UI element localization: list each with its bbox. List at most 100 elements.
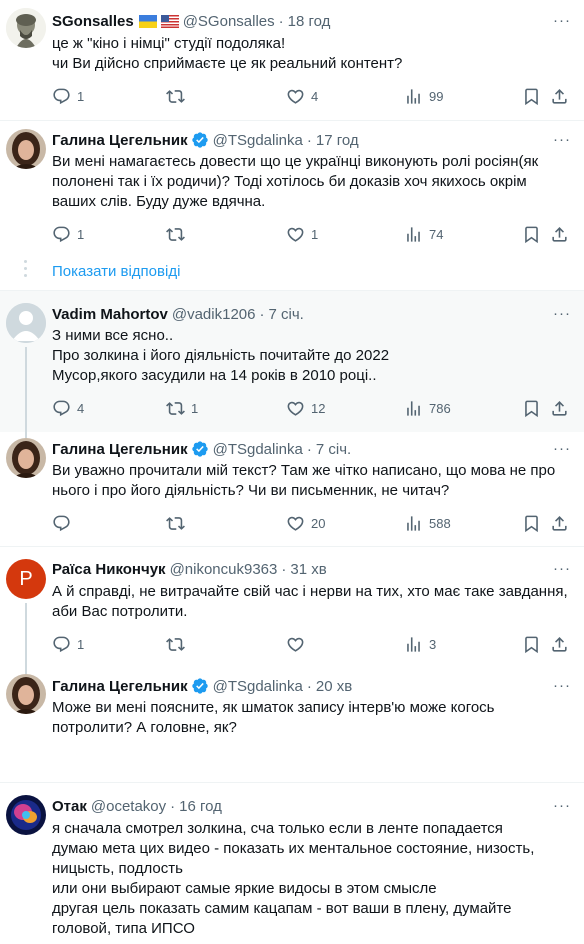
- avatar[interactable]: [6, 795, 46, 835]
- like-count: 4: [311, 88, 319, 104]
- tweet-2[interactable]: Галина Цегельник @TSgdalinka · 17 год ··…: [0, 120, 584, 256]
- tweet-header: Галина Цегельник @TSgdalinka · 7 січ.: [52, 438, 351, 460]
- avatar[interactable]: [6, 303, 46, 343]
- bookmark-button[interactable]: [522, 398, 541, 418]
- separator-dot: ·: [306, 131, 312, 149]
- tweet-text-line: полонені так і їх родичи)? Тоді хотілось…: [52, 173, 527, 190]
- author-handle[interactable]: @SGonsalles: [183, 13, 275, 30]
- like-button[interactable]: 12: [286, 398, 325, 418]
- author-handle[interactable]: @nikoncuk9363: [170, 561, 278, 578]
- share-button[interactable]: [550, 513, 569, 533]
- tweet-4[interactable]: Галина Цегельник @TSgdalinka · 7 січ. ··…: [0, 432, 584, 546]
- show-replies-row[interactable]: Показати відповіді: [0, 256, 584, 290]
- thread-line: [25, 666, 27, 674]
- reply-button[interactable]: 4: [52, 398, 84, 418]
- separator-dot: ·: [170, 797, 176, 815]
- avatar-letter: P: [19, 567, 33, 590]
- timestamp[interactable]: 17 год: [316, 132, 359, 149]
- author-name[interactable]: Отак: [52, 798, 87, 815]
- bookmark-button[interactable]: [522, 634, 541, 654]
- like-button[interactable]: 20: [286, 513, 325, 533]
- views-button[interactable]: 99: [404, 86, 443, 106]
- ukraine-flag-icon: [138, 14, 157, 28]
- like-button[interactable]: 4: [286, 86, 318, 106]
- retweet-button[interactable]: [166, 224, 191, 244]
- more-options-button[interactable]: ···: [552, 677, 572, 697]
- avatar[interactable]: [6, 674, 46, 714]
- more-options-button[interactable]: ···: [552, 12, 572, 32]
- retweet-button[interactable]: [166, 86, 191, 106]
- views-button[interactable]: 74: [404, 224, 443, 244]
- share-button[interactable]: [550, 634, 569, 654]
- tweet-7[interactable]: Отак @ocetakoy · 16 год ··· я сначала см…: [0, 782, 584, 944]
- author-name[interactable]: Vadim Mahortov: [52, 306, 168, 323]
- reply-button[interactable]: 1: [52, 224, 84, 244]
- tweet-text: Ви уважно прочитали мій текст? Там же чі…: [52, 461, 572, 501]
- reply-button[interactable]: 1: [52, 86, 84, 106]
- reply-button[interactable]: [52, 513, 77, 533]
- timestamp[interactable]: 18 год: [288, 13, 331, 30]
- tweet-1[interactable]: SGonsalles @SGonsalles · 18 год ··· це ж…: [0, 0, 584, 120]
- author-handle[interactable]: @vadik1206: [172, 306, 256, 323]
- tweet-text-line: Ви мені намагаєтесь довести що це україн…: [52, 153, 539, 170]
- tweet-6[interactable]: Галина Цегельник @TSgdalinka · 20 хв ···…: [0, 666, 584, 782]
- like-button[interactable]: 1: [286, 224, 318, 244]
- timestamp[interactable]: 20 хв: [316, 678, 352, 695]
- author-name[interactable]: Галина Цегельник: [52, 678, 188, 695]
- views-button[interactable]: 786: [404, 398, 451, 418]
- thread-line: [25, 347, 27, 433]
- retweet-button[interactable]: [166, 634, 191, 654]
- bookmark-button[interactable]: [522, 86, 541, 106]
- author-handle[interactable]: @TSgdalinka: [213, 132, 303, 149]
- reply-icon: [52, 225, 71, 244]
- more-options-button[interactable]: ···: [552, 560, 572, 580]
- like-icon: [286, 399, 305, 418]
- separator-dot: ·: [306, 677, 312, 695]
- more-options-button[interactable]: ···: [552, 131, 572, 151]
- reply-button[interactable]: 1: [52, 634, 84, 654]
- like-count: 12: [311, 400, 326, 416]
- share-button[interactable]: [550, 224, 569, 244]
- avatar[interactable]: [6, 129, 46, 169]
- author-handle[interactable]: @TSgdalinka: [213, 441, 303, 458]
- share-button[interactable]: [550, 398, 569, 418]
- timestamp[interactable]: 7 січ.: [268, 306, 303, 323]
- avatar[interactable]: P: [6, 559, 46, 599]
- author-handle[interactable]: @ocetakoy: [91, 798, 166, 815]
- views-button[interactable]: 588: [404, 513, 451, 533]
- like-button[interactable]: [286, 634, 311, 654]
- retweet-button[interactable]: 1: [166, 398, 198, 418]
- more-options-button[interactable]: ···: [552, 440, 572, 460]
- bookmark-button[interactable]: [522, 224, 541, 244]
- author-name[interactable]: SGonsalles: [52, 13, 134, 30]
- reply-icon: [52, 635, 71, 654]
- tweet-text: Ви мені намагаєтесь довести що це україн…: [52, 152, 572, 212]
- reply-count: 1: [77, 636, 85, 652]
- author-handle[interactable]: @TSgdalinka: [213, 678, 303, 695]
- bookmark-button[interactable]: [522, 513, 541, 533]
- avatar[interactable]: [6, 8, 46, 48]
- timestamp[interactable]: 16 год: [179, 798, 222, 815]
- author-name[interactable]: Раїса Никончук: [52, 561, 166, 578]
- more-options-button[interactable]: ···: [552, 305, 572, 325]
- show-replies-link[interactable]: Показати відповіді: [52, 263, 180, 280]
- share-icon: [550, 225, 569, 244]
- author-name[interactable]: Галина Цегельник: [52, 132, 188, 149]
- more-options-button[interactable]: ···: [552, 797, 572, 817]
- author-name[interactable]: Галина Цегельник: [52, 441, 188, 458]
- tweet-text-line: я сначала смотрел золкина, сча только ес…: [52, 820, 503, 837]
- timestamp[interactable]: 7 січ.: [316, 441, 351, 458]
- share-icon: [550, 514, 569, 533]
- tweet-header: Галина Цегельник @TSgdalinka · 17 год: [52, 129, 359, 151]
- reply-count: 1: [77, 88, 85, 104]
- separator-dot: ·: [278, 12, 284, 30]
- share-button[interactable]: [550, 86, 569, 106]
- tweet-5[interactable]: P Раїса Никончук @nikoncuk9363 · 31 хв ·…: [0, 546, 584, 667]
- avatar[interactable]: [6, 438, 46, 478]
- timestamp[interactable]: 31 хв: [290, 561, 326, 578]
- retweet-button[interactable]: [166, 513, 191, 533]
- tweet-text-line: чи Ви дійсно сприймаєте це як реальний к…: [52, 55, 403, 72]
- tweet-3[interactable]: Vadim Mahortov @vadik1206 · 7 січ. ··· З…: [0, 290, 584, 433]
- views-button[interactable]: 3: [404, 634, 436, 654]
- bookmark-icon: [522, 399, 541, 418]
